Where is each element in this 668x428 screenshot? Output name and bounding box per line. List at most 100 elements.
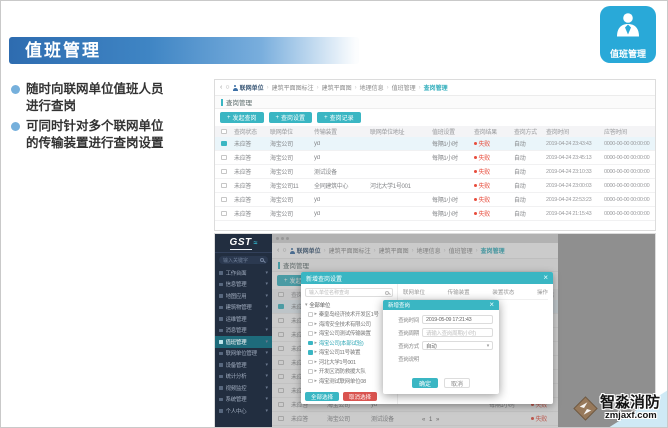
tree-item-3[interactable]: ▸海宝公司(本部试验) [305,338,393,348]
menu-item-icon [219,363,223,367]
unit-search-input[interactable]: 输入单位名称查询 [305,288,393,297]
cell-device: yd [311,155,367,161]
sidebar-item-10[interactable]: 视频监控▾ [215,382,272,394]
menu-item-icon [219,409,223,413]
nav-tab-0[interactable]: 建筑平面图标注 [272,83,314,92]
sidebar-item-label: 系统管理 [226,395,263,403]
close-icon[interactable]: × [543,274,548,282]
table-row[interactable]: 未应答海宝公司yd每隔1小时失败自动2019-04-24 23:43:43000… [215,137,655,151]
menu-item-icon [219,398,223,402]
header-checkbox-cell [215,129,231,135]
table-row[interactable]: 未应答海宝公司11全同建筑中心河北大学1号001失败自动2019-04-24 2… [215,179,655,193]
tree-checkbox[interactable] [308,331,313,336]
tree-checkbox[interactable] [308,312,313,317]
row-checkbox[interactable] [221,141,227,147]
tree-item-7[interactable]: ▸海宝测试联网单位08 [305,376,393,386]
sidebar-search-input[interactable]: 输入关键字 [219,256,268,264]
nav-tab-3[interactable]: 值班管理 [392,83,416,92]
sidebar-item-5[interactable]: 消息管理▾ [215,325,272,337]
duty-badge: 值班管理 [600,6,656,63]
form-select[interactable]: 自动▾ [422,341,493,350]
row-checkbox[interactable] [221,197,227,203]
sidebar-item-7[interactable]: 联网单位管理▾ [215,348,272,360]
close-icon[interactable]: × [489,301,494,309]
sidebar-item-6[interactable]: 值班管理▾ [215,336,272,348]
row-checkbox[interactable] [221,211,227,217]
sidebar-item-3[interactable]: 建筑物管理▾ [215,302,272,314]
form-label: 查岗时间 [389,316,419,324]
duty-badge-label: 值班管理 [610,49,646,59]
chevron-down-icon: ▾ [265,270,268,276]
sidebar-item-2[interactable]: 地图应用▾ [215,290,272,302]
status-dot [474,156,477,159]
page-title-banner: 值班管理 [9,37,359,64]
cancel-button[interactable]: 取消 [444,378,470,388]
tree-action-button-1[interactable]: 取消选择 [343,392,377,401]
tree-item-1[interactable]: ▸海湾安全技术有限公司 [305,319,393,329]
section-title: 查岗管理 [226,97,252,107]
confirm-button[interactable]: 确定 [412,378,438,388]
sidebar-item-9[interactable]: 统计分析▾ [215,371,272,383]
cell-result: 失败 [471,209,511,218]
tree-item-4[interactable]: ▸海宝公司11号装置 [305,348,393,358]
nav-home-tab[interactable]: 联网单位 [233,83,264,92]
sidebar-item-11[interactable]: 系统管理▾ [215,394,272,406]
plus-icon: + [227,115,231,121]
tree-checkbox[interactable] [308,379,313,384]
cell-reply: 0000-00-00 00:00:00 [601,197,656,203]
tree-checkbox[interactable] [308,369,313,374]
form-input[interactable]: 请输入查岗周期(小时) [422,328,493,337]
tree-item-6[interactable]: ▸开发区消防救援大队 [305,367,393,377]
search-icon [385,291,389,295]
status-dot [474,184,477,187]
tree-item-2[interactable]: ▸海宝公司测试传输装置 [305,329,393,339]
nav-tab-2[interactable]: 地理信息 [360,83,384,92]
tree-checkbox[interactable] [308,350,313,355]
toolbar-button-0[interactable]: +发起查岗 [220,112,264,123]
sidebar-item-1[interactable]: 信息管理▾ [215,279,272,291]
sidebar-item-0[interactable]: 工作台面▾ [215,267,272,279]
toolbar-button-2[interactable]: +查岗记录 [317,112,361,123]
row-checkbox[interactable] [221,183,227,189]
cell-reply: 0000-00-00 00:00:00 [601,169,656,175]
table-row[interactable]: 未应答海宝公司yd每隔1小时失败自动2019-04-24 22:53:23000… [215,193,655,207]
toolbar-button-1[interactable]: +查岗设置 [269,112,313,123]
feature-bullet-1: 可同时针对多个联网单位 的传输装置进行查岗设置 [11,118,206,151]
chevron-down-icon: ▾ [265,408,268,414]
form-input[interactable]: 2019-05-09 17:21:43 [422,315,493,324]
form-row-0: 查岗时间2019-05-09 17:21:43 [389,315,493,324]
tree-action-button-0[interactable]: 全部选择 [305,392,339,401]
sidebar-item-12[interactable]: 个人中心▾ [215,405,272,417]
row-checkbox[interactable] [221,155,227,161]
row-checkbox-cell [215,183,231,189]
cell-mode: 自动 [511,139,543,148]
sidebar-item-4[interactable]: 运维管理▾ [215,313,272,325]
table-row[interactable]: 未应答海宝公司yd每隔1小时失败自动2019-04-24 23:45:13000… [215,151,655,165]
sidebar-item-8[interactable]: 设备管理▾ [215,359,272,371]
cell-unit: 海宝公司11 [267,181,311,190]
refresh-icon[interactable]: ○ [225,84,229,91]
tree-checkbox[interactable] [308,322,313,327]
form-row-3: 查岗说明 [389,354,493,363]
cell-unit: 海宝公司 [267,195,311,204]
selected-units-column-1: 传输装置 [448,288,470,296]
chevron-right-icon: ▸ [315,359,317,365]
nav-tab-4[interactable]: 查岗管理 [424,83,448,92]
table-row[interactable]: 未应答海宝公司yd每隔1小时失败自动2019-04-24 21:15:43000… [215,207,655,221]
cell-mode: 自动 [511,209,543,218]
chevron-down-icon: ▾ [265,339,268,345]
table-row[interactable]: 未应答海宝公司测试设备失败自动2019-04-24 23:10:330000-0… [215,165,655,179]
tree-item-5[interactable]: ▸河北大学1号001 [305,357,393,367]
tree-item-0[interactable]: ▸秦皇岛经济技术开发区1号 [305,310,393,320]
chevron-down-icon: ▾ [265,293,268,299]
sidebar-item-label: 工作台面 [226,269,263,277]
tree-checkbox[interactable] [308,341,313,346]
row-checkbox[interactable] [221,169,227,175]
select-all-checkbox[interactable] [221,129,227,135]
nav-tab-1[interactable]: 建筑平面图 [322,83,352,92]
chevron-down-icon: ▾ [265,316,268,322]
table-header-row: 查岗状态联网单位传输装置联网单位地址值班设置查岗结果查岗方式查岗时间应答时间 [215,126,655,137]
tree-checkbox[interactable] [308,360,313,365]
tree-root[interactable]: ▾全部单位 [305,300,393,310]
back-icon[interactable]: ‹ [220,84,222,91]
